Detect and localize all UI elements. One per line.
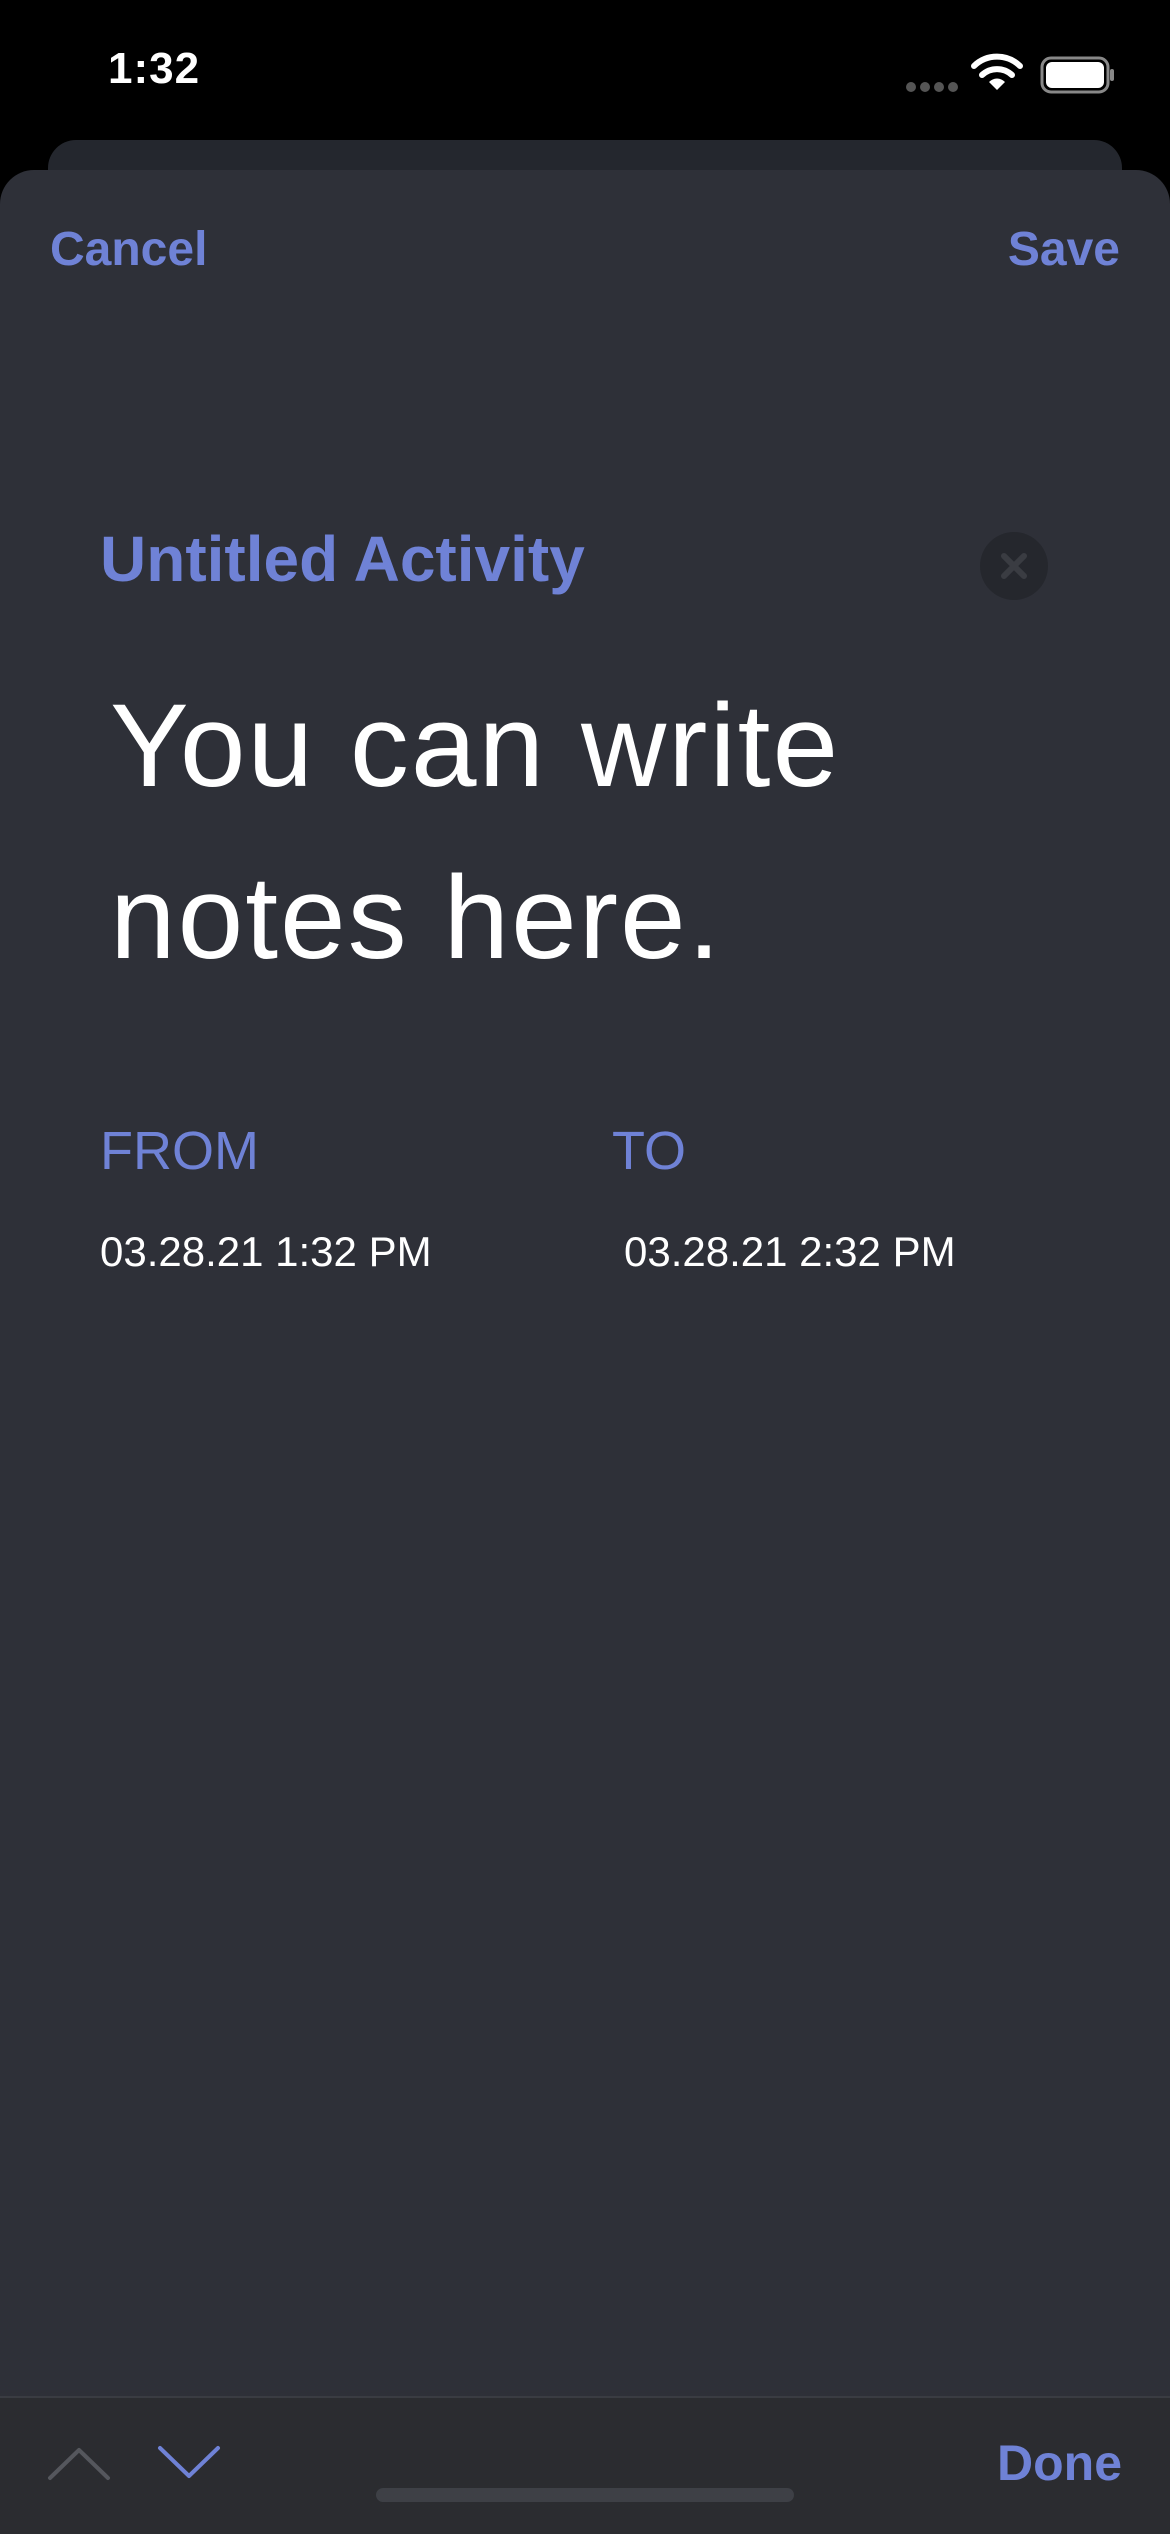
home-indicator	[376, 2488, 794, 2502]
clear-title-button[interactable]	[980, 532, 1048, 600]
notes-text[interactable]: You can write notes here.	[110, 660, 1060, 1004]
from-label: FROM	[100, 1121, 259, 1181]
save-button[interactable]: Save	[1008, 222, 1120, 277]
activity-title[interactable]: Untitled Activity	[100, 522, 585, 596]
wifi-icon	[971, 53, 1023, 90]
to-date-value[interactable]: 03.28.21 2:32 PM	[624, 1228, 956, 1276]
from-date-value[interactable]: 03.28.21 1:32 PM	[100, 1228, 432, 1276]
done-button[interactable]: Done	[997, 2434, 1122, 2492]
chevron-up-icon[interactable]	[46, 2442, 112, 2482]
chevron-down-icon[interactable]	[156, 2442, 222, 2482]
edit-activity-sheet: Cancel Save Untitled Activity You can wr…	[0, 170, 1170, 2532]
battery-icon	[1040, 56, 1114, 94]
status-time: 1:32	[108, 44, 201, 93]
signal-icon	[906, 82, 958, 92]
keyboard-toolbar: Done	[0, 2396, 1170, 2534]
status-bar: 1:32	[0, 0, 1170, 150]
close-icon	[1001, 553, 1027, 579]
to-label: TO	[612, 1121, 687, 1181]
cancel-button[interactable]: Cancel	[50, 222, 207, 277]
